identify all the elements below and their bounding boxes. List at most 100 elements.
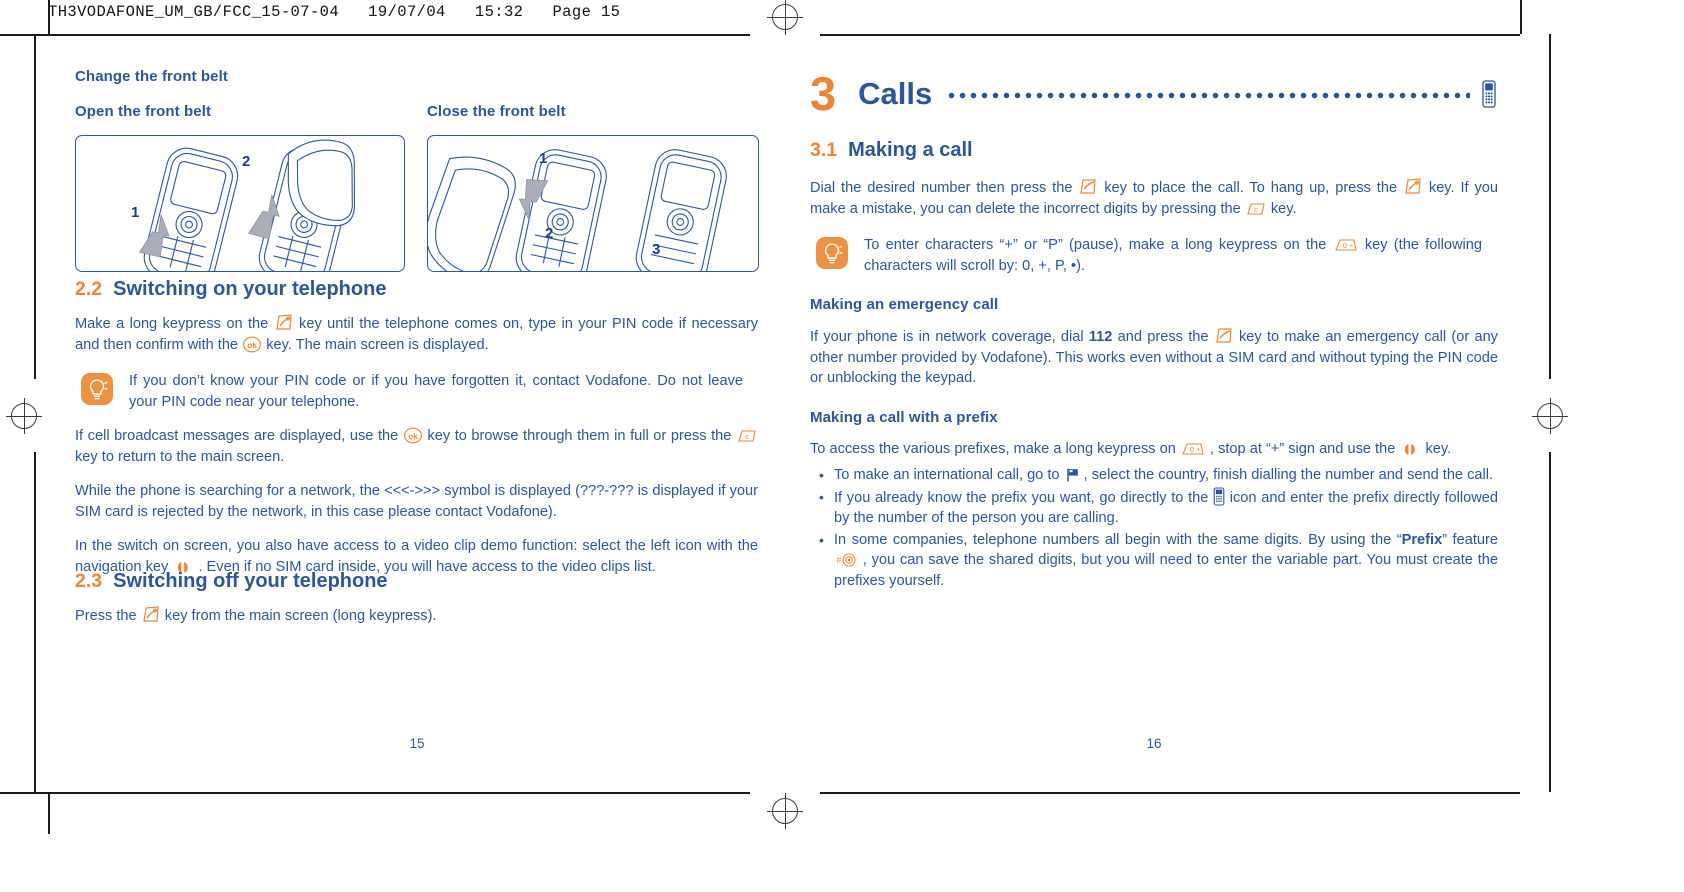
pin-code-tip-text: If you don’t know your PIN code or if yo… — [129, 373, 743, 410]
crop-mark-bottom-left-vertical — [48, 792, 50, 834]
emergency-number: 112 — [1088, 329, 1113, 345]
prefix-intro-c: key. — [1425, 440, 1452, 457]
crop-mark-left-vertical-lower — [34, 452, 36, 792]
emergency-call-heading: Making an emergency call — [810, 296, 999, 313]
navigation-key-icon — [1399, 442, 1421, 457]
prefix-bullet-list: To make an international call, go to , s… — [810, 465, 1498, 591]
send-key-icon — [1078, 177, 1098, 196]
registration-mark-left — [6, 398, 42, 434]
left-page-number: 15 — [409, 736, 425, 751]
call-p1-d: key. — [1270, 200, 1297, 217]
registration-mark-bottom — [767, 793, 803, 829]
list-item: If you already know the prefix you want,… — [810, 487, 1498, 529]
emergency-call-paragraph: If your phone is in network coverage, di… — [810, 326, 1498, 389]
tip-text-a: To enter characters “+” or “P” (pause), … — [864, 237, 1327, 253]
clear-key-icon: c — [736, 428, 758, 444]
section-3-1-number: 3.1 — [810, 139, 838, 161]
crop-mark-top-right-strip — [820, 34, 1520, 36]
clear-key-icon: c — [1245, 201, 1267, 217]
section-3-1-title: Making a call — [848, 139, 973, 161]
section-2-3-heading: 2.3 Switching off your telephone — [75, 570, 388, 593]
switch-on-p1-c: key. The main screen is displayed. — [266, 336, 489, 353]
section-2-3-number: 2.3 — [75, 570, 103, 592]
dotted-leader — [946, 84, 1470, 104]
open-callout-2: 2 — [242, 153, 251, 170]
switching-on-paragraph-3: While the phone is searching for a netwo… — [75, 483, 758, 520]
handset-icon — [1480, 79, 1498, 108]
section-2-2-number: 2.2 — [75, 278, 103, 300]
crop-mark-bottom-strip — [0, 792, 750, 794]
bullet-2-a: If you already know the prefix you want,… — [834, 489, 1209, 506]
svg-text:0: 0 — [1342, 241, 1346, 250]
section-2-2-heading: 2.2 Switching on your telephone — [75, 278, 386, 301]
zero-key-icon: 0 + — [1180, 441, 1206, 457]
prefix-intro-b: , stop at “+” sign and use the — [1209, 440, 1396, 457]
bullet-3-a: In some companies, telephone numbers all… — [834, 531, 1402, 548]
call-p1-b: key to place the call. To hang up, press… — [1104, 180, 1398, 196]
svg-text:ok: ok — [408, 432, 418, 441]
right-page-number: 16 — [1146, 736, 1162, 751]
plus-pause-tip-text: To enter characters “+” or “P” (pause), … — [864, 235, 1482, 276]
ok-key-icon: ok — [242, 336, 262, 353]
svg-text:c: c — [1254, 205, 1258, 214]
document-spread: TH3VODAFONE_UM_GB/FCC_15-07-04 19/07/04 … — [0, 0, 1684, 892]
change-front-belt-heading: Change the front belt — [75, 68, 228, 85]
making-a-call-paragraph: Dial the desired number then press the k… — [810, 177, 1498, 219]
svg-text:+: + — [1349, 243, 1353, 250]
emergency-p-a: If your phone is in network coverage, di… — [810, 329, 1084, 345]
ok-key-icon: ok — [403, 427, 423, 444]
emergency-p-b: and press the — [1117, 329, 1209, 345]
svg-text:+: + — [1196, 446, 1200, 453]
power-key-icon — [1403, 177, 1423, 196]
send-key-icon — [1214, 326, 1234, 345]
zero-key-icon: 0 + — [1333, 237, 1359, 253]
pin-code-tip-box: If you don’t know your PIN code or if yo… — [75, 371, 758, 412]
power-key-icon — [141, 605, 161, 624]
section-2-2-title: Switching on your telephone — [113, 278, 387, 300]
switch-off-p1-b: key from the main screen (long keypress)… — [164, 608, 437, 624]
hash-key-icon: # — [834, 551, 858, 568]
svg-text:c: c — [745, 432, 749, 441]
switching-on-paragraph-2: If cell broadcast messages are displayed… — [75, 426, 758, 467]
prefix-call-heading: Making a call with a prefix — [810, 408, 998, 426]
close-front-belt-caption: Close the front belt — [427, 103, 566, 120]
lightbulb-icon — [81, 373, 113, 405]
switch-on-p2-c: key to return to the main screen. — [75, 448, 285, 465]
crop-mark-left-vertical — [34, 34, 36, 379]
bullet-1-b: , select the country, finish dialling th… — [1083, 467, 1494, 483]
bullet-3-c: , you can save the shared digits, but yo… — [834, 552, 1498, 589]
bullet-1-a: To make an international call, go to — [834, 467, 1060, 483]
chapter-title: Calls — [858, 76, 933, 111]
right-page: 3 Calls 3.1 Making a call Dial the desir… — [810, 70, 1498, 730]
svg-text:ok: ok — [247, 341, 257, 350]
call-p1-a: Dial the desired number then press the — [810, 180, 1073, 196]
list-item: In some companies, telephone numbers all… — [810, 530, 1498, 592]
open-front-belt-caption: Open the front belt — [75, 103, 212, 120]
crop-mark-right-vertical-lower — [1549, 452, 1551, 792]
close-callout-3: 3 — [652, 241, 661, 258]
prefix-intro-a: To access the various prefixes, make a l… — [810, 440, 1176, 457]
switch-on-p2-b: key to browse through them in full or pr… — [427, 428, 732, 444]
crop-mark-right-vertical — [1549, 34, 1551, 379]
left-page: Change the front belt Open the front bel… — [75, 68, 759, 728]
registration-mark-right — [1532, 398, 1568, 434]
handset-icon — [1213, 486, 1225, 506]
close-front-belt-figure — [427, 135, 759, 272]
section-3-1-heading: 3.1 Making a call — [810, 139, 1498, 162]
section-2-3-title: Switching off your telephone — [113, 570, 388, 592]
close-callout-1: 1 — [539, 150, 548, 167]
svg-text:0: 0 — [1190, 445, 1194, 454]
switching-on-paragraph-1: Make a long keypress on the key until th… — [75, 313, 758, 355]
open-front-belt-figure — [75, 135, 405, 272]
running-head: TH3VODAFONE_UM_GB/FCC_15-07-04 19/07/04 … — [48, 3, 621, 21]
svg-text:#: # — [836, 555, 841, 565]
prefix-intro-paragraph: To access the various prefixes, make a l… — [810, 439, 1498, 460]
switching-off-paragraph: Press the key from the main screen (long… — [75, 605, 758, 627]
crop-mark-top-strip — [0, 34, 750, 36]
bullet-3-b: ” feature — [1442, 531, 1498, 548]
chapter-heading: 3 Calls — [810, 70, 1498, 117]
switch-on-p2-a: If cell broadcast messages are displayed… — [75, 428, 399, 444]
open-callout-1: 1 — [131, 204, 140, 221]
crop-mark-bottom-right-strip — [820, 792, 1520, 794]
plus-pause-tip-box: To enter characters “+” or “P” (pause), … — [810, 235, 1498, 276]
